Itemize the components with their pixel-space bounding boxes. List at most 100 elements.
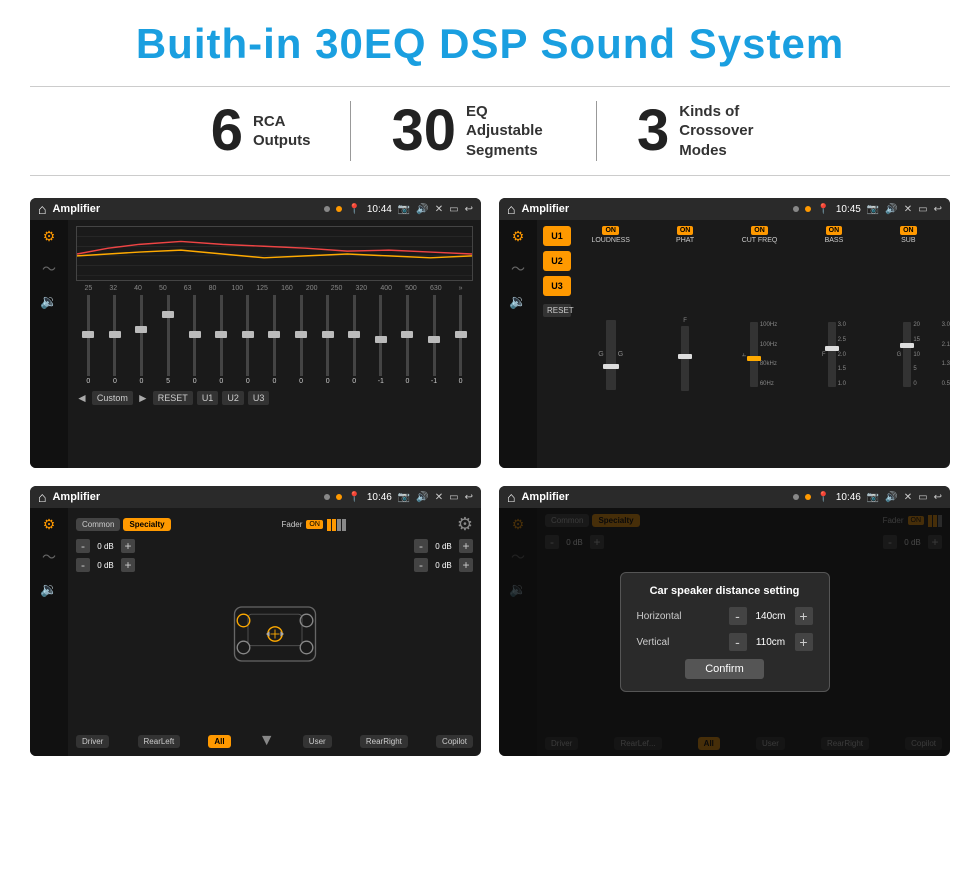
loudness-on[interactable]: ON	[602, 226, 619, 235]
vertical-value: 110cm	[751, 637, 791, 648]
back-icon3[interactable]: ↩	[465, 492, 473, 503]
vol-plus-br[interactable]: +	[459, 558, 473, 572]
phat-on[interactable]: ON	[677, 226, 694, 235]
eq-icon3[interactable]: ⚙	[43, 516, 56, 533]
slider-1[interactable]: 0	[76, 295, 101, 385]
slider-12[interactable]: -1	[369, 295, 394, 385]
horizontal-plus[interactable]: +	[795, 607, 813, 625]
fbar4	[342, 519, 346, 531]
screen3-content: Common Specialty Fader ON	[68, 508, 481, 756]
crossover-main: - 0 dB + - 0 dB +	[76, 539, 473, 728]
rearright-btn[interactable]: RearRight	[360, 735, 408, 748]
horizontal-value-row: - 140cm +	[729, 607, 813, 625]
crossover-bottom: Driver RearLeft All ▼ User RearRight Cop…	[76, 732, 473, 750]
stat-crossover-label: Kinds ofCrossover Modes	[679, 102, 769, 161]
slider-9[interactable]: 0	[289, 295, 314, 385]
vol-minus-bl[interactable]: -	[76, 558, 90, 572]
specialty-btn[interactable]: Specialty	[123, 518, 170, 531]
slider-11[interactable]: 0	[342, 295, 367, 385]
screen1: ⌂ Amplifier 📍 10:44 📷 🔊 ✕ ▭ ↩ ⚙ 〜 🔉	[30, 198, 481, 468]
status-dot7	[793, 494, 799, 500]
location-icon3: 📍	[348, 492, 360, 503]
back-icon4[interactable]: ↩	[934, 492, 942, 503]
sub-on[interactable]: ON	[900, 226, 917, 235]
vertical-minus[interactable]: -	[729, 633, 747, 651]
confirm-button[interactable]: Confirm	[685, 659, 764, 679]
slider-8[interactable]: 0	[262, 295, 287, 385]
slider-13[interactable]: 0	[395, 295, 420, 385]
all-btn[interactable]: All	[208, 735, 230, 748]
screen1-title: Amplifier	[52, 203, 318, 215]
x-icon3: ✕	[435, 492, 443, 503]
vol-minus-br[interactable]: -	[414, 558, 428, 572]
stats-row: 6 RCAOutputs 30 EQ AdjustableSegments 3 …	[30, 86, 950, 176]
vertical-plus[interactable]: +	[795, 633, 813, 651]
rearleft-btn[interactable]: RearLeft	[138, 735, 181, 748]
preset-u2[interactable]: U2	[543, 251, 571, 271]
reset-btn2[interactable]: RESET	[543, 304, 571, 317]
vol-minus-tl[interactable]: -	[76, 539, 90, 553]
horizontal-minus[interactable]: -	[729, 607, 747, 625]
user-btn[interactable]: User	[303, 735, 332, 748]
fader-on-badge[interactable]: ON	[306, 520, 323, 529]
rect-icon2: ▭	[918, 204, 927, 215]
slider-2[interactable]: 0	[103, 295, 128, 385]
vol-minus-tr[interactable]: -	[414, 539, 428, 553]
settings-icon[interactable]: ⚙	[457, 514, 473, 535]
speaker-icon2[interactable]: 🔉	[509, 293, 526, 310]
wave-icon[interactable]: 〜	[42, 259, 56, 279]
slider-6[interactable]: 0	[209, 295, 234, 385]
volume-icon4: 🔊	[885, 492, 897, 503]
home-icon4[interactable]: ⌂	[507, 489, 515, 505]
eq-icon[interactable]: ⚙	[43, 228, 56, 245]
freq-200: 200	[299, 285, 324, 292]
freq-250: 250	[324, 285, 349, 292]
preset-u3[interactable]: U3	[543, 276, 571, 296]
screen4: ⌂ Amplifier 📍 10:46 📷 🔊 ✕ ▭ ↩ ⚙ 〜 🔉	[499, 486, 950, 756]
preset-u1[interactable]: U1	[543, 226, 571, 246]
slider-5[interactable]: 0	[182, 295, 207, 385]
stat-crossover: 3 Kinds ofCrossover Modes	[597, 102, 809, 161]
down-arrow[interactable]: ▼	[259, 732, 275, 750]
copilot-btn[interactable]: Copilot	[436, 735, 473, 748]
eq-icon2[interactable]: ⚙	[512, 228, 525, 245]
slider-3[interactable]: 0	[129, 295, 154, 385]
u1-btn[interactable]: U1	[197, 391, 219, 405]
screen2-sidebar: ⚙ 〜 🔉	[499, 220, 537, 468]
speaker-icon[interactable]: 🔉	[40, 293, 57, 310]
back-icon[interactable]: ↩	[465, 204, 473, 215]
wave-icon2[interactable]: 〜	[511, 259, 525, 279]
cutfreq-on[interactable]: ON	[751, 226, 768, 235]
dialog-overlay: Car speaker distance setting Horizontal …	[499, 508, 950, 756]
stat-rca-number: 6	[211, 102, 243, 160]
common-btn[interactable]: Common	[76, 518, 120, 531]
driver-btn[interactable]: Driver	[76, 735, 109, 748]
wave-icon3[interactable]: 〜	[42, 547, 56, 567]
home-icon3[interactable]: ⌂	[38, 489, 46, 505]
u2-btn[interactable]: U2	[222, 391, 244, 405]
home-icon[interactable]: ⌂	[38, 201, 46, 217]
vol-plus-bl[interactable]: +	[121, 558, 135, 572]
slider-7[interactable]: 0	[236, 295, 261, 385]
screen1-time: 10:44	[367, 204, 392, 215]
stat-eq-number: 30	[391, 102, 456, 160]
eq-bottom-bar: ◄ Custom ► RESET U1 U2 U3	[76, 391, 473, 405]
back-icon2[interactable]: ↩	[934, 204, 942, 215]
bass-on[interactable]: ON	[826, 226, 843, 235]
vol-plus-tl[interactable]: +	[121, 539, 135, 553]
next-icon[interactable]: ►	[137, 391, 149, 405]
home-icon2[interactable]: ⌂	[507, 201, 515, 217]
prev-icon[interactable]: ◄	[76, 391, 88, 405]
slider-15[interactable]: 0	[448, 295, 473, 385]
loudness-section: ONLOUDNESS G G	[575, 226, 646, 462]
fbar2	[332, 519, 336, 531]
slider-14[interactable]: -1	[422, 295, 447, 385]
reset-btn[interactable]: RESET	[153, 391, 193, 405]
slider-4[interactable]: 5	[156, 295, 181, 385]
freq-320: 320	[349, 285, 374, 292]
speaker-icon3[interactable]: 🔉	[40, 581, 57, 598]
vol-plus-tr[interactable]: +	[459, 539, 473, 553]
u3-btn[interactable]: U3	[248, 391, 270, 405]
x-icon2: ✕	[904, 204, 912, 215]
slider-10[interactable]: 0	[315, 295, 340, 385]
